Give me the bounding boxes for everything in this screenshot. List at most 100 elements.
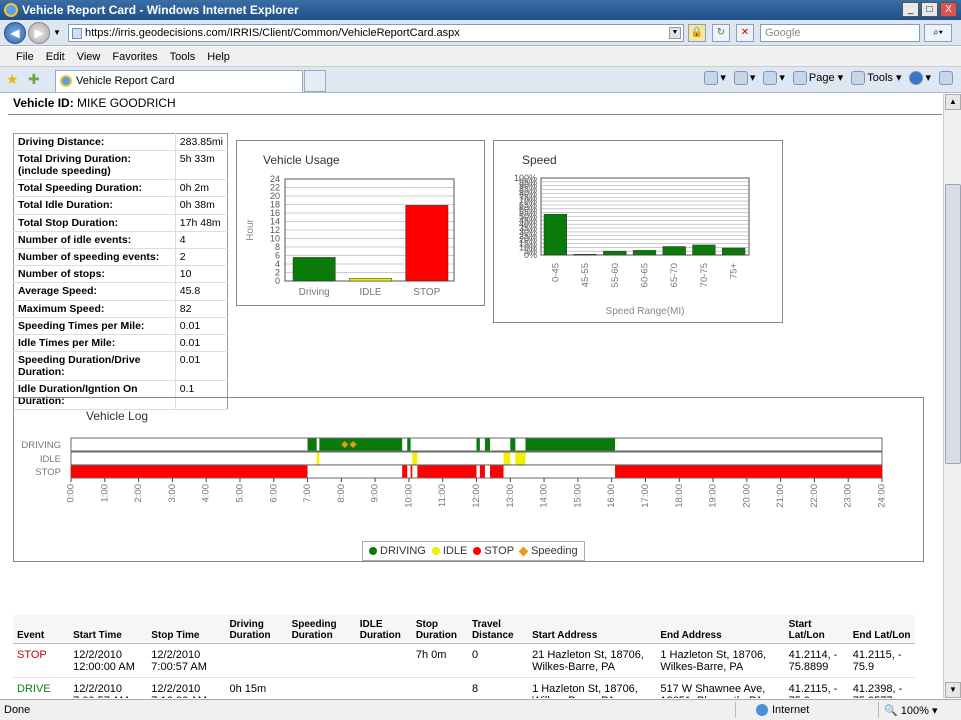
legend-diamond-icon xyxy=(518,546,529,557)
tools-menu[interactable]: Tools ▾ xyxy=(851,71,901,86)
events-col-header[interactable]: Start Lat/Lon xyxy=(784,615,849,644)
stat-value: 17h 48m xyxy=(175,214,228,232)
tab-ie-icon xyxy=(60,75,72,87)
usage-ytick-label: 16 xyxy=(270,208,280,218)
log-segment-drive xyxy=(307,438,317,451)
log-hour-label: 7:00 xyxy=(302,484,313,503)
event-cell: 8 xyxy=(467,677,529,698)
tab-vehicle-report-card[interactable]: Vehicle Report Card xyxy=(55,70,303,92)
events-col-header[interactable]: Start Time xyxy=(69,615,148,644)
event-cell: 41.2114, - 75.8899 xyxy=(784,643,849,678)
log-segment-drive xyxy=(525,438,616,451)
usage-ytick-label: 22 xyxy=(270,183,280,193)
feeds-icon[interactable]: ▾ xyxy=(733,71,755,86)
refresh-icon[interactable]: ↻ xyxy=(712,24,730,42)
stat-label: Idle Times per Mile: xyxy=(13,334,176,353)
log-hour-label: 15:00 xyxy=(572,484,583,508)
vertical-scrollbar[interactable]: ▲ ▼ xyxy=(943,94,961,698)
log-segment-idle xyxy=(503,452,511,465)
search-input[interactable]: Google xyxy=(760,24,920,42)
log-segment-stop xyxy=(417,465,477,478)
research-icon[interactable] xyxy=(939,71,955,86)
events-col-header[interactable]: Stop Time xyxy=(147,615,226,644)
address-dropdown-icon[interactable]: ▼ xyxy=(669,27,681,39)
legend-dot-icon xyxy=(431,547,440,556)
menu-help[interactable]: Help xyxy=(207,51,230,63)
print-icon[interactable]: ▾ xyxy=(763,71,785,86)
log-row-label: IDLE xyxy=(40,454,61,465)
vehicle-log-legend: DRIVING IDLE STOP Speeding xyxy=(362,541,585,561)
events-col-header[interactable]: Driving Duration xyxy=(225,615,288,644)
events-col-header[interactable]: End Address xyxy=(656,615,785,644)
page-icon xyxy=(72,28,82,39)
favorites-star-icon[interactable]: ★ xyxy=(6,71,19,88)
events-col-header[interactable]: Start Address xyxy=(528,615,657,644)
address-field[interactable]: https://irris.geodecisions.com/IRRIS/Cli… xyxy=(68,24,684,42)
stop-icon[interactable]: ✕ xyxy=(736,24,754,42)
minimize-button[interactable]: _ xyxy=(902,2,919,17)
usage-bar-stop xyxy=(405,205,449,282)
usage-ytick-label: 8 xyxy=(275,242,280,252)
log-hour-label: 5:00 xyxy=(234,484,245,503)
speed-bar-60-65 xyxy=(632,250,657,256)
legend-item-speeding: Speeding xyxy=(518,545,578,557)
events-col-header[interactable]: IDLE Duration xyxy=(355,615,412,644)
maximize-button[interactable]: □ xyxy=(921,2,938,17)
menu-file[interactable]: File xyxy=(16,51,34,63)
log-hour-label: 22:00 xyxy=(809,484,820,508)
usage-ytick-label: 0 xyxy=(275,276,280,286)
zoom-level[interactable]: 🔍 100% ▾ xyxy=(884,704,937,717)
menu-edit[interactable]: Edit xyxy=(46,51,65,63)
speed-ytick-label: 100% xyxy=(514,173,537,183)
help-icon[interactable]: ▾ xyxy=(909,71,931,86)
log-hour-label: 9:00 xyxy=(370,484,381,503)
menu-favorites[interactable]: Favorites xyxy=(112,51,157,63)
event-cell: 41.2115, - 75.9 xyxy=(848,643,915,678)
log-hour-label: 2:00 xyxy=(133,484,144,503)
forward-button[interactable]: ▶ xyxy=(28,22,50,44)
add-favorite-icon[interactable]: ✚ xyxy=(28,71,40,88)
stats-row: Idle Times per Mile: 0.01 xyxy=(13,334,228,353)
scroll-down-button[interactable]: ▼ xyxy=(945,682,961,698)
stats-row: Total Idle Duration: 0h 38m xyxy=(13,196,228,215)
scroll-up-button[interactable]: ▲ xyxy=(945,94,961,110)
home-icon[interactable]: ▾ xyxy=(704,71,726,86)
scroll-thumb[interactable] xyxy=(945,184,961,464)
events-col-header[interactable]: Stop Duration xyxy=(411,615,468,644)
usage-xtick-label: Driving xyxy=(299,287,330,298)
legend-dot-icon xyxy=(473,547,482,556)
event-cell xyxy=(355,643,412,678)
vehicle-log-panel: Vehicle Log DRIVING IDLE STOP 0:00 1:00 2:00 3… xyxy=(13,397,924,562)
stat-value: 10 xyxy=(175,265,228,284)
speed-plot: 0%5%10%15%20%25%30%35%40%45%50%55%60%65%… xyxy=(514,173,750,317)
event-cell: 12/2/2010 12:00:00 AM xyxy=(69,643,148,678)
event-cell: 12/2/2010 7:00:57 AM xyxy=(69,677,148,698)
search-button[interactable]: ⌕▾ xyxy=(924,24,952,42)
security-zone[interactable]: Internet xyxy=(756,704,809,717)
log-hour-label: 10:00 xyxy=(403,484,414,508)
menu-view[interactable]: View xyxy=(77,51,101,63)
event-cell: 0h 15m xyxy=(225,677,288,698)
legend-dot-icon xyxy=(369,547,377,556)
stats-row: Speeding Times per Mile: 0.01 xyxy=(13,317,228,335)
recent-pages-dropdown-icon[interactable]: ▼ xyxy=(53,28,63,37)
page-menu[interactable]: Page ▾ xyxy=(792,71,843,86)
legend-label: DRIVING xyxy=(380,545,426,557)
stat-value: 0.01 xyxy=(175,334,228,353)
stats-row: Driving Distance: 283.85mi xyxy=(13,133,228,152)
menu-tools[interactable]: Tools xyxy=(170,51,196,63)
speed-xtick-label: 75+ xyxy=(729,263,740,280)
lock-icon[interactable]: 🔒 xyxy=(688,24,706,42)
events-col-header[interactable]: End Lat/Lon xyxy=(848,615,915,644)
close-window-button[interactable]: X xyxy=(940,2,957,17)
events-col-header[interactable]: Event xyxy=(13,615,70,644)
back-button[interactable]: ◀ xyxy=(4,22,26,44)
events-col-header[interactable]: Speeding Duration xyxy=(287,615,356,644)
log-hour-label: 18:00 xyxy=(674,484,685,508)
vehicle-id: Vehicle ID: MIKE GOODRICH xyxy=(13,96,176,110)
new-tab-button[interactable] xyxy=(304,70,326,92)
event-cell: 41.2115, - 75.9 xyxy=(784,677,849,698)
log-hour-label: 0:00 xyxy=(66,484,77,503)
events-col-header[interactable]: Travel Distance xyxy=(467,615,529,644)
stats-row: Maximum Speed: 82 xyxy=(13,300,228,318)
